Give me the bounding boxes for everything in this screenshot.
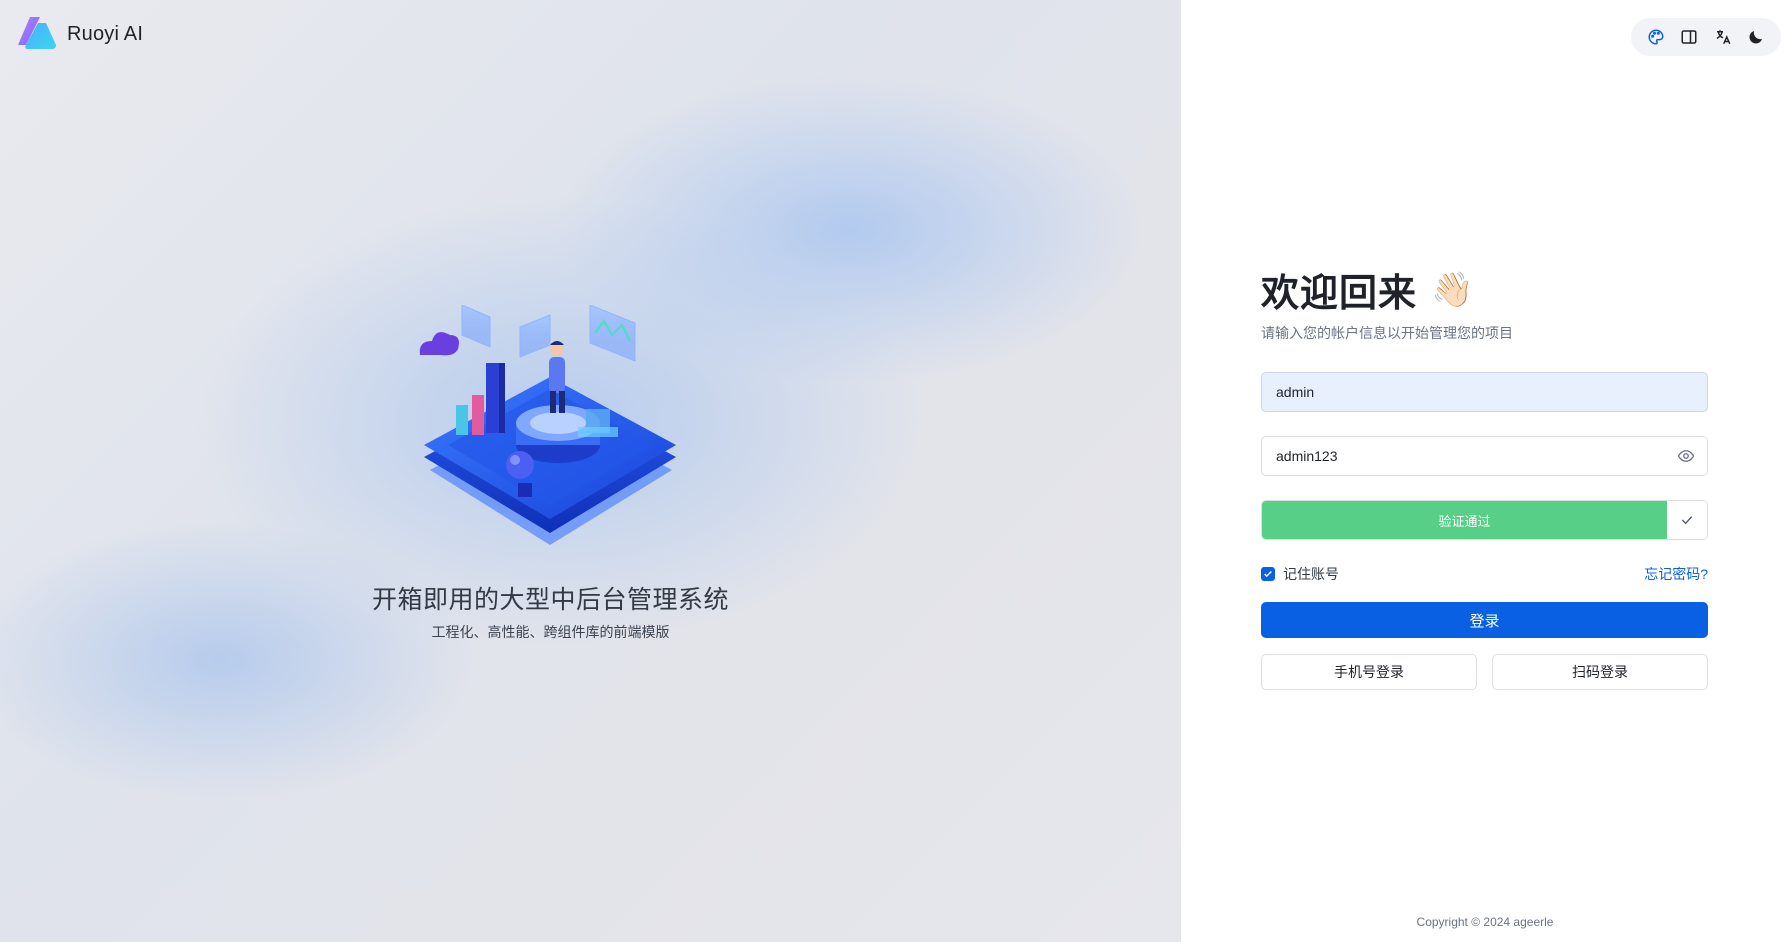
hero-panel: Ruoyi AI 开箱即用的大型中后台管理系统 工程化、高性能、跨组件库的前端模… — [0, 0, 1181, 942]
login-button[interactable]: 登录 — [1261, 602, 1708, 638]
translate-icon — [1716, 30, 1731, 45]
layout-panel-icon — [1681, 30, 1697, 44]
qr-login-button[interactable]: 扫码登录 — [1492, 654, 1708, 690]
remember-label: 记住账号 — [1283, 566, 1339, 582]
hero-title: 开箱即用的大型中后台管理系统 — [371, 586, 729, 614]
remember-account-checkbox[interactable]: 记住账号 — [1261, 564, 1339, 584]
checkbox-checked-icon[interactable] — [1261, 567, 1275, 581]
alternate-login-row: 手机号登录 扫码登录 — [1261, 654, 1708, 690]
welcome-subtitle: 请输入您的帐户信息以开始管理您的项目 — [1261, 325, 1513, 341]
copyright-text: Copyright © 2024 ageerle — [1416, 915, 1554, 929]
theme-color-button[interactable] — [1643, 24, 1669, 50]
brand[interactable]: Ruoyi AI — [16, 15, 143, 53]
password-field[interactable] — [1261, 436, 1708, 476]
captcha-status: 验证通过 — [1262, 501, 1667, 539]
welcome-title: 欢迎回来 — [1261, 273, 1418, 315]
isometric-dashboard-illustration — [419, 305, 676, 545]
palette-icon — [1648, 29, 1664, 45]
hero-subtitle: 工程化、高性能、跨组件库的前端模版 — [431, 624, 670, 640]
username-input[interactable] — [1274, 383, 1695, 401]
moon-icon — [1749, 31, 1763, 44]
forgot-password-link[interactable]: 忘记密码? — [1644, 564, 1708, 584]
welcome-heading: 欢迎回来 👋🏻 — [1261, 262, 1708, 317]
phone-login-button[interactable]: 手机号登录 — [1261, 654, 1477, 690]
brand-name: Ruoyi AI — [67, 22, 144, 45]
captcha-handle[interactable] — [1667, 501, 1707, 539]
login-form: 欢迎回来 👋🏻 请输入您的帐户信息以开始管理您的项目 验证通过 — [1261, 262, 1708, 690]
dark-mode-button[interactable] — [1743, 24, 1769, 50]
remember-row: 记住账号 忘记密码? — [1261, 564, 1708, 584]
username-field[interactable] — [1261, 372, 1708, 412]
check-icon — [1681, 516, 1693, 525]
language-button[interactable] — [1710, 24, 1736, 50]
captcha-slider[interactable]: 验证通过 — [1261, 500, 1708, 540]
layout-toggle-button[interactable] — [1676, 24, 1702, 50]
top-toolbar — [1631, 18, 1781, 56]
password-input[interactable] — [1274, 447, 1677, 465]
eye-icon[interactable] — [1677, 447, 1695, 465]
ruoyi-logo-icon — [18, 17, 56, 49]
waving-hand-icon: 👋🏻 — [1431, 270, 1474, 309]
login-panel: 欢迎回来 👋🏻 请输入您的帐户信息以开始管理您的项目 验证通过 — [1181, 0, 1789, 942]
